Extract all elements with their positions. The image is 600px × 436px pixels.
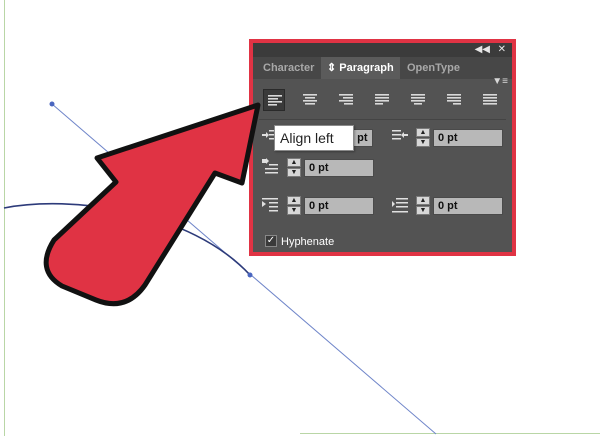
red-arrow-pointer	[43, 102, 261, 307]
pointer-arrow-overlay	[43, 102, 261, 307]
